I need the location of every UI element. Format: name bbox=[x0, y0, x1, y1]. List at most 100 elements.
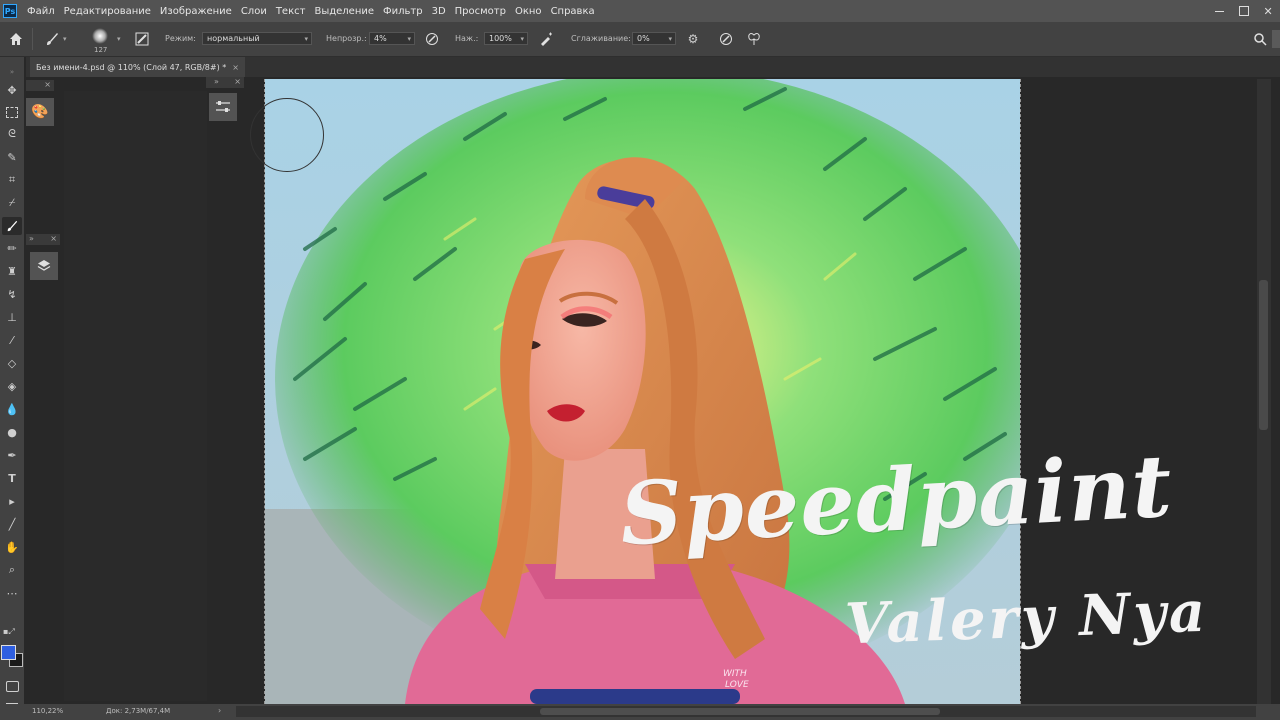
crop-tool-icon[interactable]: ⌗ bbox=[2, 171, 22, 189]
options-bar: ▾ 127 ▾ Режим: нормальный ▾ Непрозр.: 4%… bbox=[0, 22, 1280, 57]
smoothing-input[interactable]: 0% ▾ bbox=[632, 32, 676, 45]
menu-select[interactable]: Выделение bbox=[314, 6, 374, 17]
chevron-down-icon: ▾ bbox=[304, 35, 308, 43]
pressure-opacity-icon[interactable] bbox=[424, 31, 440, 47]
document-tab[interactable]: Без имени-4.psd @ 110% (Слой 47, RGB/8#)… bbox=[30, 57, 245, 77]
collapsed-panel-area bbox=[64, 91, 207, 701]
pen-tool-icon[interactable]: ✒ bbox=[2, 446, 22, 464]
quick-select-tool-icon[interactable]: ✎ bbox=[2, 148, 22, 166]
horizontal-scrollbar-thumb[interactable] bbox=[540, 708, 940, 715]
symmetry-butterfly-icon[interactable] bbox=[746, 31, 762, 47]
status-menu-arrow-icon[interactable]: › bbox=[218, 706, 221, 715]
hand-tool-icon[interactable]: ✋ bbox=[2, 538, 22, 556]
history-brush-tool-icon[interactable]: ↯ bbox=[2, 285, 22, 303]
close-icon[interactable]: × bbox=[50, 234, 57, 243]
blur-tool-icon[interactable]: 💧 bbox=[2, 400, 22, 418]
pressure-value: 100% bbox=[489, 34, 512, 43]
pressure-size-icon[interactable] bbox=[718, 31, 734, 47]
mixer-brush-tool-icon[interactable]: ⁄ bbox=[2, 331, 22, 349]
zoom-level[interactable]: 110,22% bbox=[32, 707, 63, 715]
window-controls: ✕ bbox=[1208, 0, 1280, 22]
opacity-value: 4% bbox=[374, 34, 387, 43]
pressure-label: Наж.: bbox=[455, 34, 479, 43]
lasso-tool-icon[interactable]: ᘓ bbox=[2, 125, 22, 143]
collapse-icon[interactable]: » bbox=[214, 77, 219, 86]
menu-layers[interactable]: Слои bbox=[241, 6, 267, 17]
eyedropper-tool-icon[interactable]: ⌿ bbox=[2, 194, 22, 212]
shirt-print-love: LOVE bbox=[725, 680, 749, 690]
close-icon[interactable]: × bbox=[234, 77, 241, 86]
smoothing-label: Сглаживание: bbox=[571, 34, 631, 43]
chevron-down-icon[interactable]: ▾ bbox=[117, 35, 121, 43]
brush-preview-icon[interactable] bbox=[92, 28, 108, 44]
brush-cursor bbox=[250, 98, 324, 172]
close-window-icon[interactable]: ✕ bbox=[1263, 5, 1272, 18]
eraser-tool-icon[interactable]: ◇ bbox=[2, 354, 22, 372]
chevron-down-icon: ▾ bbox=[668, 35, 672, 43]
document-info[interactable]: Док: 2,73M/67,4M bbox=[106, 707, 170, 715]
vertical-scrollbar-thumb[interactable] bbox=[1259, 280, 1268, 430]
sliders-icon bbox=[216, 101, 230, 112]
more-tools-icon[interactable]: ⋯ bbox=[2, 584, 22, 602]
menu-image[interactable]: Изображение bbox=[160, 6, 232, 17]
menu-window[interactable]: Окно bbox=[515, 6, 542, 17]
maximize-icon[interactable] bbox=[1238, 6, 1249, 16]
quick-mask-icon[interactable] bbox=[2, 677, 22, 695]
author-name: Valery Nya bbox=[843, 578, 1210, 658]
menu-bar: Ps Файл Редактирование Изображение Слои … bbox=[0, 0, 1280, 22]
menu-view[interactable]: Просмотр bbox=[455, 6, 506, 17]
paint-bucket-tool-icon[interactable]: ◈ bbox=[2, 377, 22, 395]
close-icon[interactable]: × bbox=[232, 63, 239, 72]
brush-settings-panel-icon[interactable] bbox=[134, 31, 150, 47]
rectangle-tool-icon[interactable]: ╱ bbox=[2, 515, 22, 533]
default-colors-icon[interactable]: ▪⤢ bbox=[3, 627, 15, 637]
panel-header: » × bbox=[26, 234, 60, 245]
opacity-label: Непрозр.: bbox=[326, 34, 367, 43]
foreground-color-swatch[interactable] bbox=[1, 645, 16, 660]
toolbar-collapse-icon[interactable]: » bbox=[2, 63, 22, 81]
path-select-tool-icon[interactable]: ▸ bbox=[2, 492, 22, 510]
menu-type[interactable]: Текст bbox=[276, 6, 306, 17]
smoothing-value: 0% bbox=[637, 34, 650, 43]
adjustments-panel-button[interactable] bbox=[209, 93, 237, 121]
color-palette-panel-button[interactable]: 🎨 bbox=[26, 98, 54, 126]
layers-panel-button[interactable] bbox=[30, 252, 58, 280]
marquee-tool-icon[interactable] bbox=[2, 103, 22, 121]
collapse-icon[interactable]: » bbox=[29, 234, 34, 243]
home-icon[interactable] bbox=[8, 31, 24, 47]
chevron-down-icon: ▾ bbox=[520, 35, 524, 43]
search-icon[interactable] bbox=[1252, 31, 1268, 47]
photoshop-logo[interactable]: Ps bbox=[3, 4, 17, 18]
opacity-input[interactable]: 4% ▾ bbox=[369, 32, 415, 45]
dodge-tool-icon[interactable]: ● bbox=[2, 423, 22, 441]
stamp-tool-icon[interactable]: ⊥ bbox=[2, 308, 22, 326]
pressure-input[interactable]: 100% ▾ bbox=[484, 32, 528, 45]
menu-file[interactable]: Файл bbox=[27, 6, 55, 17]
menu-help[interactable]: Справка bbox=[551, 6, 595, 17]
mode-select[interactable]: нормальный ▾ bbox=[202, 32, 312, 45]
palette-icon: 🎨 bbox=[31, 104, 49, 120]
panel-header: × bbox=[26, 80, 54, 91]
zoom-tool-icon[interactable]: ⌕ bbox=[2, 561, 22, 579]
layers-icon bbox=[37, 260, 51, 271]
panel-header: » × bbox=[206, 77, 244, 88]
menu-edit[interactable]: Редактирование bbox=[64, 6, 151, 17]
move-tool-icon[interactable]: ✥ bbox=[2, 81, 22, 99]
brush-tool-preset-icon[interactable] bbox=[44, 31, 60, 47]
separator bbox=[32, 28, 33, 50]
airbrush-icon[interactable] bbox=[538, 31, 554, 47]
mode-label: Режим: bbox=[165, 34, 196, 43]
type-tool-icon[interactable]: T bbox=[2, 469, 22, 487]
menu-filter[interactable]: Фильтр bbox=[383, 6, 423, 17]
brush-size-value: 127 bbox=[94, 46, 108, 54]
tools-panel: » ✥ ᘓ ✎ ⌗ ⌿ ✏ ♜ ↯ ⊥ ⁄ ◇ ◈ 💧 ● ✒ T ▸ ╱ ✋ … bbox=[0, 57, 24, 720]
gear-icon[interactable]: ⚙ bbox=[685, 31, 701, 47]
brush-tool-icon[interactable] bbox=[2, 217, 22, 235]
clone-stamp-tool-icon[interactable]: ♜ bbox=[2, 262, 22, 280]
close-icon[interactable]: × bbox=[44, 80, 51, 89]
minimize-icon[interactable] bbox=[1215, 10, 1225, 12]
menu-3d[interactable]: 3D bbox=[432, 6, 446, 17]
pencil-tool-icon[interactable]: ✏ bbox=[2, 239, 22, 257]
workspace-switcher[interactable] bbox=[1272, 30, 1280, 48]
chevron-down-icon[interactable]: ▾ bbox=[63, 35, 67, 43]
